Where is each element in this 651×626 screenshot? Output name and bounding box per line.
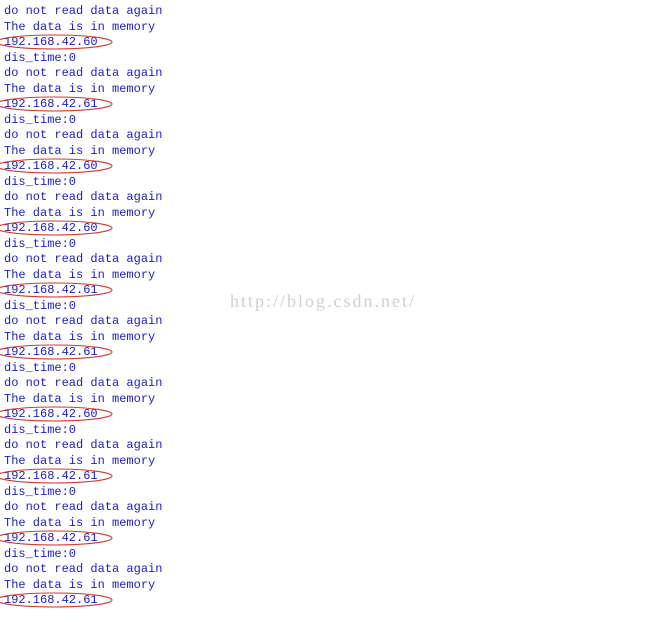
highlight-circle-icon — [0, 280, 118, 300]
log-line: dis_time:0 — [4, 485, 647, 501]
log-line: 192.168.42.61 — [4, 345, 647, 361]
log-line: do not read data again — [4, 128, 647, 144]
log-line: 192.168.42.61 — [4, 469, 647, 485]
log-line: 192.168.42.61 — [4, 97, 647, 113]
ip-address: 192.168.42.61 — [4, 593, 98, 609]
ip-address: 192.168.42.61 — [4, 97, 98, 113]
highlight-circle-icon — [0, 342, 118, 362]
log-line: dis_time:0 — [4, 113, 647, 129]
ip-address: 192.168.42.60 — [4, 159, 98, 175]
log-line: 192.168.42.60 — [4, 407, 647, 423]
log-line: dis_time:0 — [4, 51, 647, 67]
ip-address: 192.168.42.61 — [4, 531, 98, 547]
log-line: The data is in memory — [4, 392, 647, 408]
log-line: do not read data again — [4, 438, 647, 454]
ip-address: 192.168.42.61 — [4, 283, 98, 299]
highlight-circle-icon — [0, 94, 118, 114]
log-line: The data is in memory — [4, 330, 647, 346]
log-line: do not read data again — [4, 376, 647, 392]
highlight-circle-icon — [0, 590, 118, 610]
log-line: The data is in memory — [4, 454, 647, 470]
log-line: do not read data again — [4, 562, 647, 578]
log-line: do not read data again — [4, 190, 647, 206]
log-line: The data is in memory — [4, 144, 647, 160]
log-line: do not read data again — [4, 252, 647, 268]
log-line: The data is in memory — [4, 20, 647, 36]
highlight-circle-icon — [0, 218, 118, 238]
log-line: dis_time:0 — [4, 299, 647, 315]
log-line: 192.168.42.60 — [4, 221, 647, 237]
ip-address: 192.168.42.60 — [4, 35, 98, 51]
ip-address: 192.168.42.60 — [4, 221, 98, 237]
highlight-circle-icon — [0, 404, 118, 424]
log-line: The data is in memory — [4, 268, 647, 284]
log-line: 192.168.42.61 — [4, 531, 647, 547]
log-line: 192.168.42.61 — [4, 283, 647, 299]
highlight-circle-icon — [0, 32, 118, 52]
log-line: do not read data again — [4, 314, 647, 330]
highlight-circle-icon — [0, 466, 118, 486]
log-line: dis_time:0 — [4, 547, 647, 563]
log-line: The data is in memory — [4, 82, 647, 98]
log-line: The data is in memory — [4, 516, 647, 532]
log-line: dis_time:0 — [4, 175, 647, 191]
log-line: dis_time:0 — [4, 361, 647, 377]
log-line: 192.168.42.60 — [4, 159, 647, 175]
log-line: do not read data again — [4, 66, 647, 82]
log-line: do not read data again — [4, 4, 647, 20]
ip-address: 192.168.42.61 — [4, 345, 98, 361]
log-line: do not read data again — [4, 500, 647, 516]
highlight-circle-icon — [0, 156, 118, 176]
log-line: The data is in memory — [4, 578, 647, 594]
ip-address: 192.168.42.60 — [4, 407, 98, 423]
highlight-circle-icon — [0, 528, 118, 548]
ip-address: 192.168.42.61 — [4, 469, 98, 485]
log-line: dis_time:0 — [4, 423, 647, 439]
log-line: 192.168.42.60 — [4, 35, 647, 51]
log-line: 192.168.42.61 — [4, 593, 647, 609]
log-line: dis_time:0 — [4, 237, 647, 253]
log-line: The data is in memory — [4, 206, 647, 222]
